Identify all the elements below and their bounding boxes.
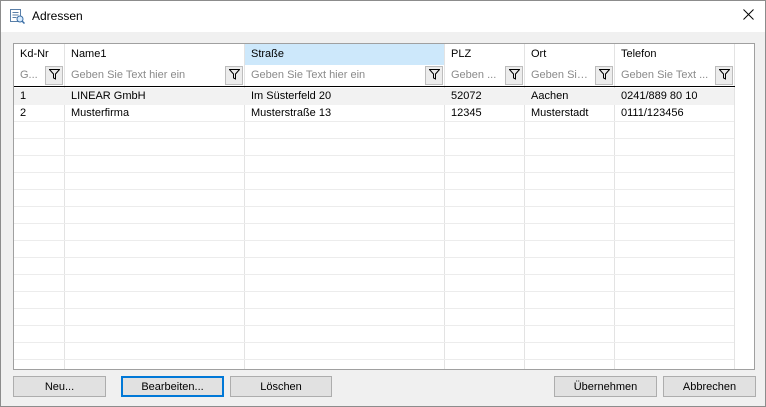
address-dialog: Adressen 1 LINEAR GmbH Im Süsterfeld 20 520… <box>0 0 766 407</box>
edit-button[interactable]: Bearbeiten... <box>121 376 224 397</box>
filter-button[interactable] <box>425 66 443 85</box>
row-divider <box>14 325 734 326</box>
row-divider <box>14 274 734 275</box>
column-header-label: Kd-Nr <box>20 48 49 60</box>
row-divider <box>14 223 734 224</box>
column-header-label: Telefon <box>621 48 657 60</box>
grid-scroll-area[interactable] <box>734 44 754 369</box>
filter-placeholder: Geben Sie... <box>531 69 591 81</box>
cancel-button[interactable]: Abbrechen <box>663 376 756 397</box>
column-header-label: PLZ <box>451 48 472 60</box>
row-divider <box>14 257 734 258</box>
filter-button[interactable] <box>225 66 243 85</box>
filter-placeholder: Geben Sie Text ... <box>621 69 709 81</box>
filter-placeholder: Geben Sie Text hier ein <box>251 69 366 81</box>
filter-icon <box>227 68 241 83</box>
filter-icon <box>47 68 61 83</box>
column-filter-input[interactable]: Geben Sie... <box>525 65 615 87</box>
filter-placeholder: Geben Sie Text hier ein <box>71 69 186 81</box>
table-cell: 12345 <box>451 107 482 119</box>
column-filter-input[interactable]: Geben Sie Text hier ein <box>245 65 445 87</box>
address-grid[interactable]: 1 LINEAR GmbH Im Süsterfeld 20 52072 Aachen 0… <box>13 43 755 370</box>
column-header[interactable]: Straße <box>245 44 445 65</box>
table-cell: Im Süsterfeld 20 <box>251 90 332 102</box>
column-header-label: Straße <box>251 48 285 60</box>
row-divider <box>14 291 734 292</box>
filter-icon <box>597 68 611 83</box>
window-title: Adressen <box>32 9 83 23</box>
filter-icon <box>507 68 521 83</box>
close-button[interactable] <box>731 1 765 31</box>
close-icon <box>742 9 754 23</box>
filter-icon <box>717 68 731 83</box>
column-header[interactable]: Kd-Nr <box>14 44 65 65</box>
table-cell: Musterstadt <box>531 107 589 119</box>
table-cell: 0241/889 80 10 <box>621 90 698 102</box>
filter-button[interactable] <box>505 66 523 85</box>
row-divider <box>14 189 734 190</box>
column-header[interactable]: Telefon <box>615 44 735 65</box>
column-header[interactable]: Ort <box>525 44 615 65</box>
filter-button[interactable] <box>595 66 613 85</box>
table-cell: 2 <box>20 107 27 119</box>
column-filter-input[interactable]: G... <box>14 65 65 87</box>
column-header[interactable]: PLZ <box>445 44 525 65</box>
table-cell: Musterstraße 13 <box>251 107 332 119</box>
row-divider <box>14 172 734 173</box>
title-bar: Adressen <box>1 1 765 32</box>
table-cell: 52072 <box>451 90 482 102</box>
table-cell: LINEAR GmbH <box>71 90 146 102</box>
address-book-icon <box>9 8 26 25</box>
column-filter-input[interactable]: Geben ... <box>445 65 525 87</box>
table-cell: 1 <box>20 90 27 102</box>
table-row[interactable]: 2 Musterfirma Musterstraße 13 12345 Musterst… <box>14 105 734 122</box>
row-divider <box>14 206 734 207</box>
delete-button[interactable]: Löschen <box>230 376 332 397</box>
filter-button[interactable] <box>715 66 733 85</box>
row-divider <box>14 359 734 360</box>
filter-icon <box>427 68 441 83</box>
filter-button[interactable] <box>45 66 63 85</box>
filter-placeholder: Geben ... <box>451 69 497 81</box>
accept-button[interactable]: Übernehmen <box>554 376 657 397</box>
column-filter-input[interactable]: Geben Sie Text hier ein <box>65 65 245 87</box>
table-cell: Aachen <box>531 90 569 102</box>
table-row[interactable]: 1 LINEAR GmbH Im Süsterfeld 20 52072 Aachen 0… <box>14 88 734 105</box>
table-cell: Musterfirma <box>71 107 130 119</box>
column-header-label: Name1 <box>71 48 107 60</box>
new-button[interactable]: Neu... <box>13 376 106 397</box>
row-divider <box>14 342 734 343</box>
column-header-label: Ort <box>531 48 547 60</box>
table-cell: 0111/123456 <box>621 107 684 119</box>
row-divider <box>14 240 734 241</box>
row-divider <box>14 155 734 156</box>
filter-placeholder: G... <box>20 69 38 81</box>
column-filter-input[interactable]: Geben Sie Text ... <box>615 65 735 87</box>
column-header[interactable]: Name1 <box>65 44 245 65</box>
row-divider <box>14 308 734 309</box>
row-divider <box>14 138 734 139</box>
